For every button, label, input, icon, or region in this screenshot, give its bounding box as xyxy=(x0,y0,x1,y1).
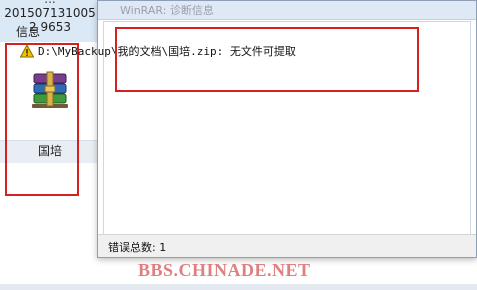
dialog-title-bar[interactable]: WinRAR: 诊断信息 xyxy=(98,1,476,20)
error-count: 错误总数: 1 xyxy=(108,241,167,254)
info-column-header[interactable]: 信息 xyxy=(16,23,40,40)
rar-file-label: 国培 xyxy=(37,144,62,158)
diagnostic-dialog: WinRAR: 诊断信息 错误总数: 1 xyxy=(97,0,477,258)
selected-file-item[interactable]: ... 2015071310052 9653 xyxy=(0,0,100,42)
winrar-archive-icon xyxy=(32,71,68,108)
bottom-strip xyxy=(0,284,477,290)
watermark: BBS.CHINADE.NET xyxy=(138,260,311,280)
file-label: 2015071310052 9653 xyxy=(4,6,96,34)
dialog-title: WinRAR: 诊断信息 xyxy=(120,4,214,17)
status-bar: 错误总数: 1 xyxy=(98,234,476,257)
warning-triangle-icon xyxy=(20,44,34,58)
message-text: D:\MyBackup\我的文档\国培.zip: 无文件可提取 xyxy=(38,45,296,58)
rar-file-item[interactable]: 国培 xyxy=(0,52,100,163)
message-row[interactable]: D:\MyBackup\我的文档\国培.zip: 无文件可提取 xyxy=(20,42,296,60)
